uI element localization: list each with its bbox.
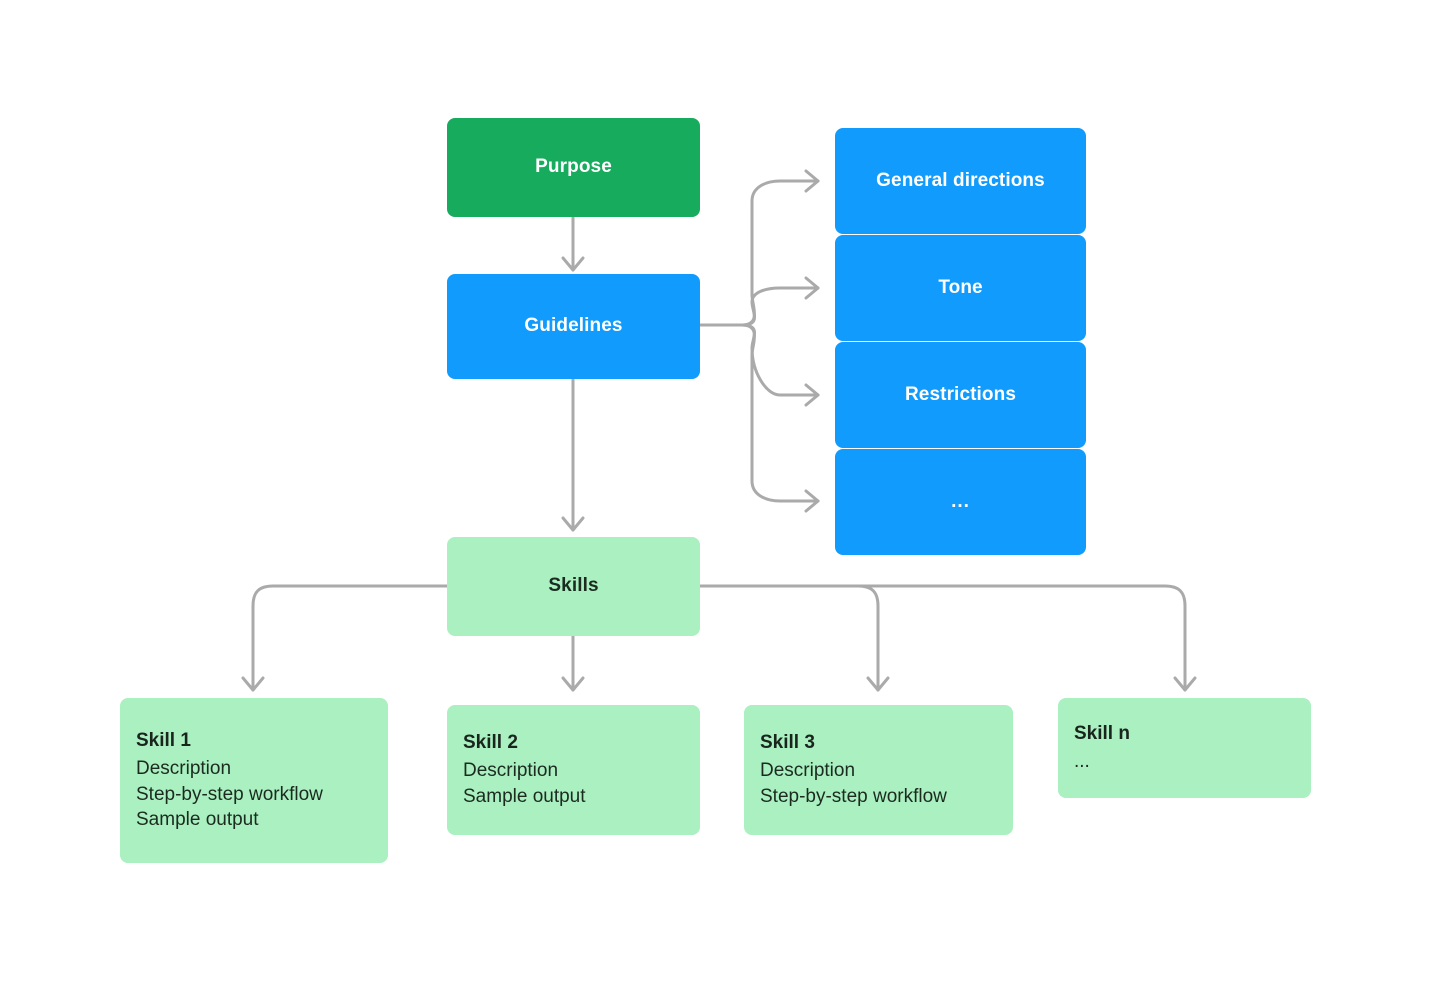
node-purpose-label: Purpose (535, 156, 612, 178)
edge-bus-to-restrictions (740, 323, 820, 407)
node-tone[interactable]: Tone (835, 235, 1086, 341)
card-skill-3-line-2: Step-by-step workflow (760, 786, 947, 808)
edge-bus-to-general-directions (740, 169, 820, 327)
diagram-canvas: Purpose Guidelines General directions To… (0, 0, 1430, 982)
card-skill-1-line-3: Sample output (136, 809, 259, 831)
node-restrictions[interactable]: Restrictions (835, 342, 1086, 448)
node-guidelines-more[interactable]: ... (835, 449, 1086, 555)
edge-bus-to-tone (740, 276, 820, 327)
node-purpose[interactable]: Purpose (447, 118, 700, 217)
card-skill-1-line-1: Description (136, 757, 232, 779)
card-skill-2-line-2: Sample output (463, 786, 586, 808)
card-skill-1[interactable]: Skill 1 Description Step-by-step workflo… (120, 698, 388, 863)
card-skill-3[interactable]: Skill 3 Description Step-by-step workflo… (744, 705, 1013, 835)
card-skill-1-title: Skill 1 (136, 729, 191, 751)
card-skill-2-title: Skill 2 (463, 732, 518, 754)
card-skill-3-title: Skill 3 (760, 732, 815, 754)
card-skill-1-line-2: Step-by-step workflow (136, 783, 323, 805)
edge-skills-to-skill-2 (561, 634, 585, 692)
node-general-directions-label: General directions (876, 169, 1045, 191)
card-skill-3-line-1: Description (760, 760, 856, 782)
node-guidelines[interactable]: Guidelines (447, 274, 700, 379)
node-guidelines-more-label: ... (951, 491, 970, 512)
edge-skills-to-skill-1 (241, 584, 449, 692)
node-guidelines-label: Guidelines (524, 315, 623, 337)
node-skills-label: Skills (548, 575, 599, 597)
card-skill-n[interactable]: Skill n ... (1058, 698, 1311, 798)
card-skill-2-line-1: Description (463, 760, 559, 782)
node-skills[interactable]: Skills (447, 537, 700, 636)
edge-purpose-to-guidelines (561, 215, 585, 272)
node-restrictions-label: Restrictions (904, 383, 1016, 405)
card-skill-n-line-1: ... (1074, 751, 1090, 773)
edge-skills-to-skill-3 (698, 584, 890, 692)
edge-bus-to-more (740, 323, 820, 513)
node-general-directions[interactable]: General directions (835, 128, 1086, 234)
card-skill-2[interactable]: Skill 2 Description Sample output (447, 705, 700, 835)
edge-guidelines-to-skills (561, 377, 585, 532)
node-tone-label: Tone (938, 276, 983, 298)
edge-skills-to-skill-n (698, 584, 1197, 692)
card-skill-n-title: Skill n (1074, 723, 1130, 745)
